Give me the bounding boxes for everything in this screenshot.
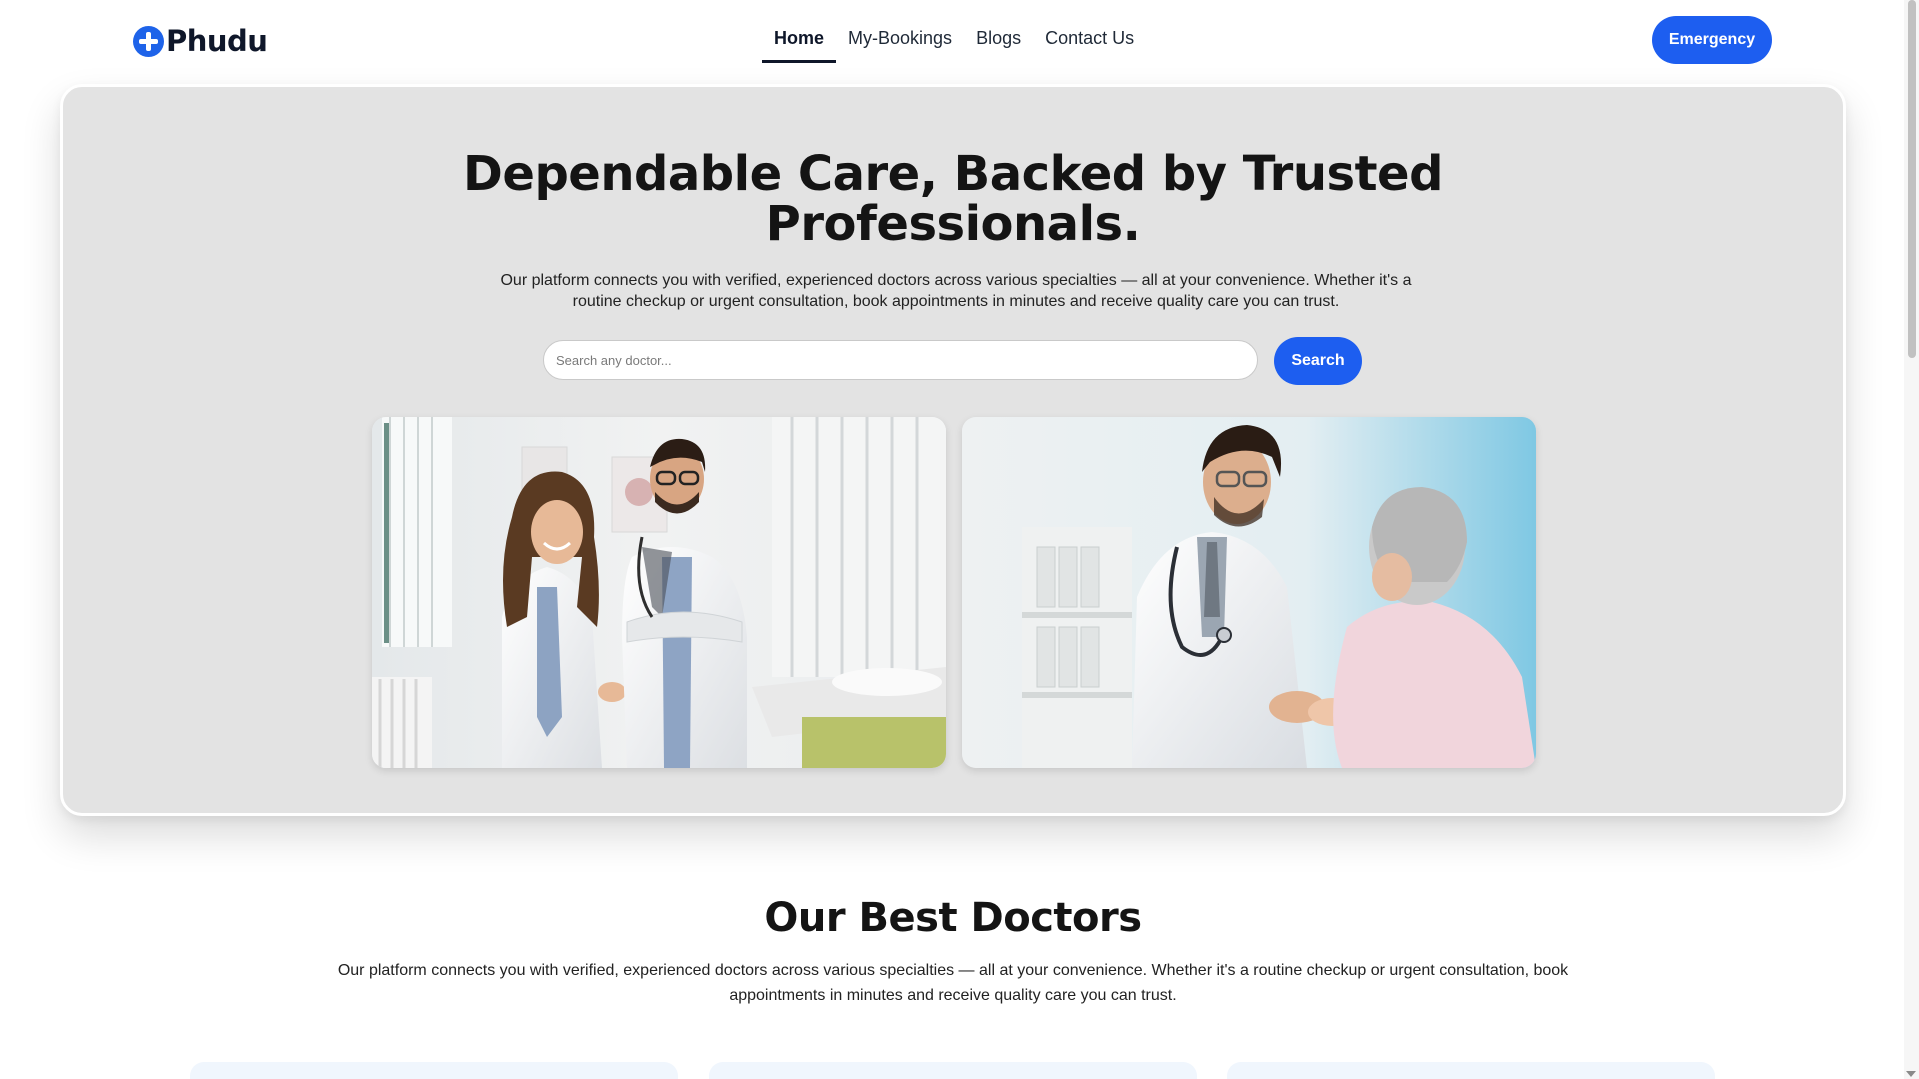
doctor-card[interactable] <box>190 1062 678 1079</box>
nav-my-bookings[interactable]: My-Bookings <box>836 24 964 63</box>
hero-title: Dependable Care, Backed by Trusted Profe… <box>63 149 1843 249</box>
best-doctors-description: Our platform connects you with verified,… <box>337 962 1569 1004</box>
brand-name: Phudu <box>166 24 268 58</box>
main-nav: Home My-Bookings Blogs Contact Us <box>762 24 1146 63</box>
hero-description: Our platform connects you with verified,… <box>500 272 1412 310</box>
brand-logo[interactable]: Phudu <box>133 24 268 58</box>
doctor-with-patient-photo <box>962 417 1536 768</box>
doctor-search-input[interactable] <box>543 340 1258 380</box>
nav-home[interactable]: Home <box>762 24 837 63</box>
best-doctors-title: Our Best Doctors <box>764 895 1142 941</box>
hero-section: Dependable Care, Backed by Trusted Profe… <box>60 84 1846 816</box>
navbar: Phudu Home My-Bookings Blogs Contact Us … <box>0 0 1900 80</box>
search-button[interactable]: Search <box>1274 337 1362 385</box>
doctor-card[interactable] <box>709 1062 1197 1079</box>
hero-title-line-2: Professionals. <box>765 196 1141 252</box>
medical-cross-icon <box>133 25 164 57</box>
doctor-card[interactable] <box>1227 1062 1715 1079</box>
nav-contact-us[interactable]: Contact Us <box>1033 24 1146 63</box>
two-doctors-photo <box>372 417 946 768</box>
page-scrollbar[interactable] <box>1904 0 1919 1079</box>
nav-blogs[interactable]: Blogs <box>964 24 1033 63</box>
hero-title-line-1: Dependable Care, Backed by Trusted <box>463 146 1443 202</box>
scroll-down-arrow-icon[interactable] <box>1906 1071 1916 1077</box>
scrollbar-thumb[interactable] <box>1908 0 1916 358</box>
emergency-button[interactable]: Emergency <box>1652 16 1772 64</box>
